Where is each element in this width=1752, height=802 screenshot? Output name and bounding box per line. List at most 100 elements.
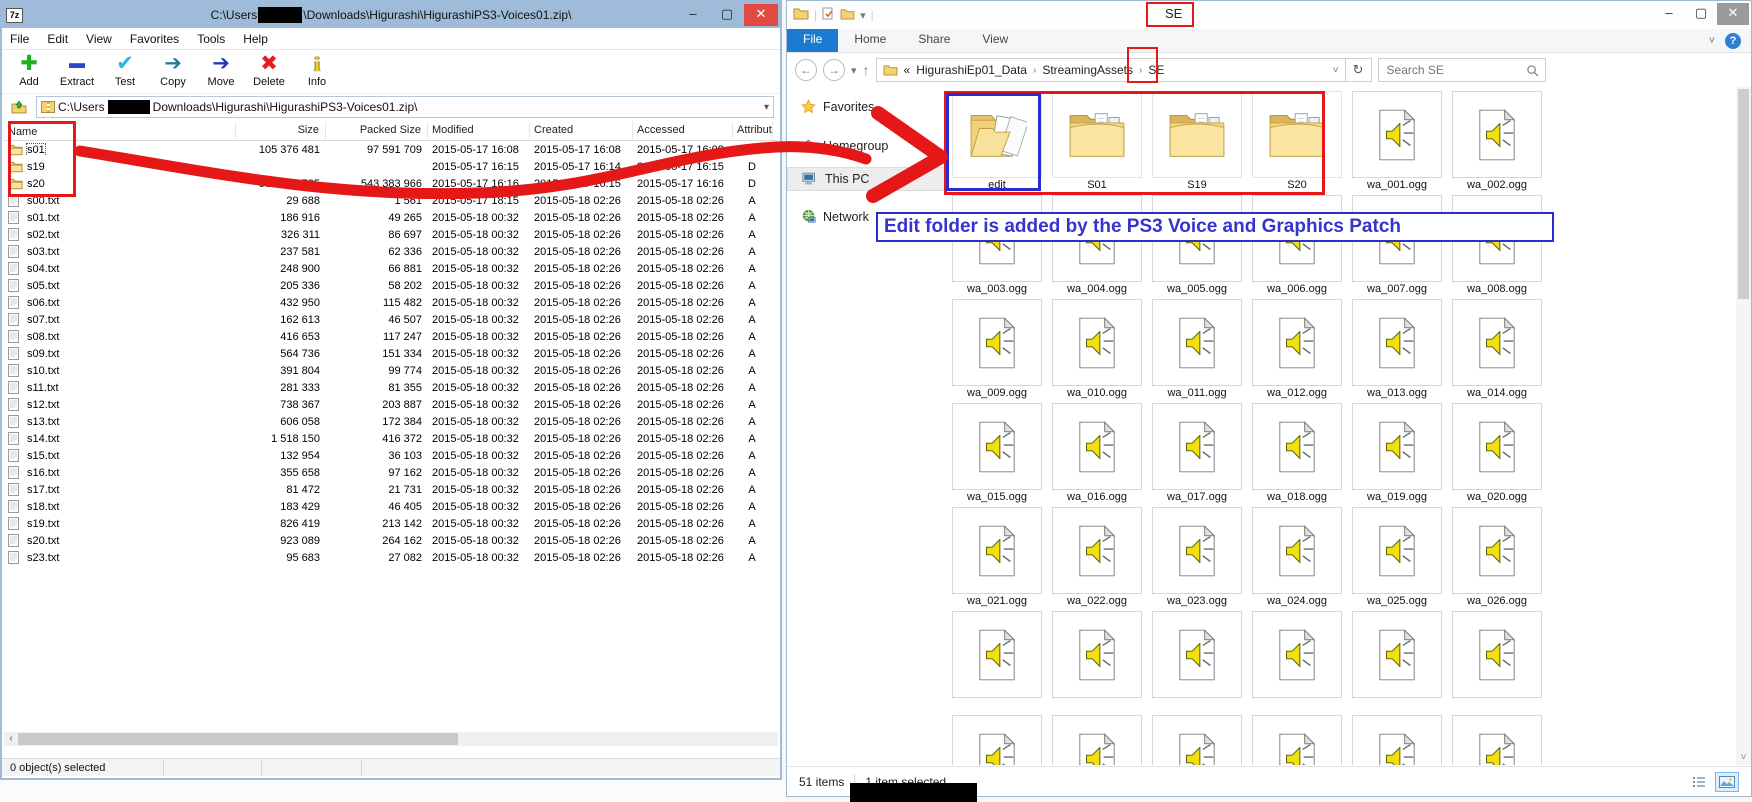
close-button[interactable]: ✕ [1717,3,1749,25]
file-tile[interactable] [1247,611,1347,715]
file-tile[interactable]: wa_022.ogg [1047,507,1147,611]
back-button[interactable]: ← [795,59,817,81]
archive-row[interactable]: s05.txt205 33658 2022015-05-18 00:322015… [4,277,778,294]
file-tile[interactable] [1447,611,1547,715]
menu-tools[interactable]: Tools [197,32,225,46]
archive-row[interactable]: s01.txt186 91649 2652015-05-18 00:322015… [4,209,778,226]
move-button[interactable]: ➔Move [200,52,242,88]
scroll-left-icon[interactable]: ‹ [4,732,18,746]
file-tile[interactable]: wa_002.ogg [1447,91,1547,195]
archive-row[interactable]: s23.txt95 68327 0822015-05-18 00:322015-… [4,549,778,566]
menu-edit[interactable]: Edit [47,32,68,46]
file-tile[interactable]: wa_005.ogg [1147,195,1247,299]
file-tile[interactable]: wa_021.ogg [947,507,1047,611]
file-tile[interactable]: wa_003.ogg [947,195,1047,299]
archive-row[interactable]: s02.txt326 31186 6972015-05-18 00:322015… [4,226,778,243]
tab-home[interactable]: Home [838,29,902,52]
sidebar-item-homegroup[interactable]: Homegroup [787,134,945,157]
column-accessed[interactable]: Accessed [633,122,733,140]
tab-view[interactable]: View [966,29,1024,52]
sidebar-item-this-pc[interactable]: This PC [787,167,945,191]
archive-row[interactable]: s15.txt132 95436 1032015-05-18 00:322015… [4,447,778,464]
breadcrumb-streamingassets[interactable]: StreamingAssets [1042,63,1133,77]
recent-locations-icon[interactable]: ▾ [851,64,857,77]
test-button[interactable]: ✔Test [104,52,146,88]
breadcrumb[interactable]: « HigurashiEp01_Data › StreamingAssets ›… [876,58,1346,82]
file-tile[interactable]: wa_009.ogg [947,299,1047,403]
extract-button[interactable]: ▬Extract [56,52,98,88]
archive-row[interactable]: s01105 376 48197 591 7092015-05-17 16:08… [4,141,778,158]
archive-row[interactable]: s09.txt564 736151 3342015-05-18 00:32201… [4,345,778,362]
copy-button[interactable]: ➔Copy [152,52,194,88]
thumbnail-view-button[interactable] [1715,772,1739,792]
search-box[interactable] [1378,58,1546,82]
breadcrumb-higurashiep01-data[interactable]: HigurashiEp01_Data [916,63,1027,77]
file-tile[interactable] [1247,715,1347,765]
folder-up-button[interactable] [8,97,30,117]
file-tile[interactable] [947,715,1047,765]
breadcrumb-overflow[interactable]: « [904,63,911,77]
maximize-button[interactable]: ▢ [1685,3,1717,25]
file-tile[interactable] [1347,611,1447,715]
file-tile[interactable]: wa_015.ogg [947,403,1047,507]
close-button[interactable]: ✕ [744,4,778,26]
archive-row[interactable]: s16.txt355 65897 1622015-05-18 00:322015… [4,464,778,481]
archive-row[interactable]: s10.txt391 80499 7742015-05-18 00:322015… [4,362,778,379]
file-tile[interactable]: wa_024.ogg [1247,507,1347,611]
file-tile[interactable] [1047,611,1147,715]
column-name[interactable]: Name [4,122,236,140]
address-combo[interactable]: C:\UsersDownloads\Higurashi\HigurashiPS3… [36,96,774,118]
archive-row[interactable]: s17.txt81 47221 7312015-05-18 00:322015-… [4,481,778,498]
file-tile[interactable]: wa_026.ogg [1447,507,1547,611]
add-button[interactable]: ✚Add [8,52,50,88]
vertical-scrollbar[interactable]: ˅ [1736,87,1751,765]
delete-button[interactable]: ✖Delete [248,52,290,88]
file-tile[interactable]: wa_010.ogg [1047,299,1147,403]
archive-row[interactable]: s04.txt248 90066 8812015-05-18 00:322015… [4,260,778,277]
maximize-button[interactable]: ▢ [710,4,744,26]
menu-view[interactable]: View [86,32,112,46]
search-input[interactable] [1385,62,1522,78]
archive-row[interactable]: s07.txt162 61346 5072015-05-18 00:322015… [4,311,778,328]
archive-row[interactable]: s00.txt29 6881 5612015-05-17 18:152015-0… [4,192,778,209]
file-tile[interactable]: wa_012.ogg [1247,299,1347,403]
minimize-button[interactable]: – [676,4,710,26]
archive-row[interactable]: s08.txt416 653117 2472015-05-18 00:32201… [4,328,778,345]
file-tile[interactable]: wa_007.ogg [1347,195,1447,299]
archive-row[interactable]: s20.txt923 089264 1622015-05-18 00:32201… [4,532,778,549]
scroll-down-icon[interactable]: ˅ [1736,752,1751,763]
file-tile[interactable]: wa_006.ogg [1247,195,1347,299]
archive-row[interactable]: s20580 093 725543 383 9662015-05-17 16:1… [4,175,778,192]
file-tile[interactable]: wa_014.ogg [1447,299,1547,403]
archive-row[interactable]: s12.txt738 367203 8872015-05-18 00:32201… [4,396,778,413]
column-size[interactable]: Size [236,122,326,140]
archive-row[interactable]: s19.txt826 419213 1422015-05-18 00:32201… [4,515,778,532]
file-tile[interactable]: wa_011.ogg [1147,299,1247,403]
minimize-button[interactable]: – [1653,3,1685,25]
archive-row[interactable]: s18.txt183 42946 4052015-05-18 00:322015… [4,498,778,515]
menu-file[interactable]: File [10,32,29,46]
column-packed-size[interactable]: Packed Size [326,122,428,140]
file-tile[interactable]: wa_013.ogg [1347,299,1447,403]
horizontal-scrollbar[interactable]: ‹ [4,732,778,746]
archive-row[interactable]: s192015-05-17 16:152015-05-17 16:142015-… [4,158,778,175]
sevenzip-titlebar[interactable]: 7z C:\Users\Downloads\Higurashi\Higurash… [2,2,780,28]
menu-help[interactable]: Help [243,32,268,46]
file-tile[interactable]: wa_020.ogg [1447,403,1547,507]
scrollbar-thumb[interactable] [1738,89,1749,299]
file-tile[interactable]: S20 [1247,91,1347,195]
file-tile[interactable] [1147,611,1247,715]
explorer-titlebar[interactable]: | ▾ | SE – ▢ ✕ [787,1,1751,29]
qat-customize-icon[interactable]: ▾ [860,9,866,22]
file-tile[interactable]: S19 [1147,91,1247,195]
archive-row[interactable]: s13.txt606 058172 3842015-05-18 00:32201… [4,413,778,430]
file-tile[interactable]: wa_001.ogg [1347,91,1447,195]
help-icon[interactable]: ? [1725,33,1741,49]
sidebar-item-favorites[interactable]: Favorites [787,95,945,118]
file-tile[interactable]: wa_023.ogg [1147,507,1247,611]
file-tile[interactable]: wa_019.ogg [1347,403,1447,507]
column-created[interactable]: Created [530,122,633,140]
breadcrumb-se[interactable]: SE [1148,63,1164,77]
file-tile[interactable] [1347,715,1447,765]
file-tile[interactable]: wa_004.ogg [1047,195,1147,299]
